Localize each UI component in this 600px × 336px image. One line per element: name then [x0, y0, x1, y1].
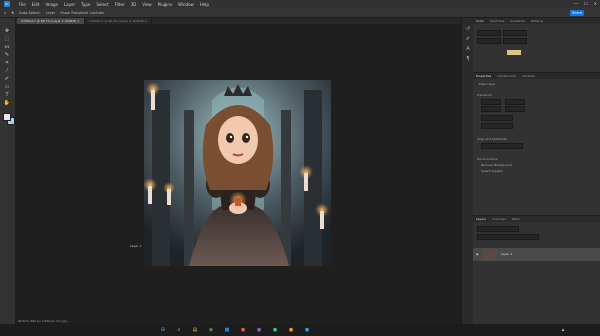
menu-file[interactable]: File [19, 2, 26, 7]
eraser-tool-icon[interactable]: ▭ [3, 84, 11, 91]
color-field-2[interactable] [503, 30, 527, 36]
tab-color[interactable]: Color [476, 19, 484, 23]
y-field[interactable] [505, 106, 525, 112]
show-transform-controls[interactable]: Show Transform Controls [60, 11, 104, 15]
search-icon[interactable]: ⌕ [176, 327, 182, 333]
flip-field[interactable] [481, 123, 513, 129]
app-icon-1[interactable]: ● [240, 327, 246, 333]
width-field[interactable] [481, 99, 501, 105]
properties-title: Pixel Layer [479, 82, 496, 86]
app-icon-2[interactable]: ● [256, 327, 262, 333]
auto-select-dropdown[interactable]: Layer [46, 11, 56, 15]
brush-settings-icon[interactable]: ✐ [465, 36, 471, 42]
share-button[interactable]: Share [570, 10, 584, 16]
color-field-4[interactable] [503, 38, 527, 44]
menu-help[interactable]: Help [200, 2, 209, 7]
options-bar: ⌂ ✥ Auto-Select: Layer Show Transform Co… [0, 8, 600, 18]
align-buttons[interactable] [481, 143, 523, 149]
move-tool-icon[interactable]: ✥ [3, 28, 11, 35]
marquee-tool-icon[interactable]: ⬚ [3, 36, 11, 43]
type-tool-icon[interactable]: T [3, 92, 11, 99]
file-explorer-icon[interactable]: ▤ [192, 327, 198, 333]
princess-artwork [144, 80, 331, 266]
menu-edit[interactable]: Edit [32, 2, 40, 7]
tab-layers[interactable]: Layers [476, 217, 486, 221]
photoshop-taskbar-icon[interactable]: ■ [224, 327, 230, 333]
color-field-3[interactable] [477, 38, 501, 44]
menu-image[interactable]: Image [45, 2, 58, 7]
menu-window[interactable]: Window [178, 2, 194, 7]
menu-type[interactable]: Type [81, 2, 90, 7]
layer-name[interactable]: Layer 1 [501, 252, 512, 256]
menu-3d[interactable]: 3D [131, 2, 137, 7]
tab-adjustments[interactable]: Adjustments [497, 74, 516, 78]
tab-channels[interactable]: Channels [492, 217, 506, 221]
paragraph-icon[interactable]: ¶ [465, 56, 471, 62]
layers-panel: Layers Channels Paths ◉ Layer 1 [473, 215, 600, 325]
menu-filter[interactable]: Filter [115, 2, 125, 7]
hand-tool-icon[interactable]: ✋ [3, 100, 11, 107]
maximize-icon[interactable]: ☐ [584, 1, 588, 6]
taskbar: ⊞ ⌕ ▤ ◉ ■ ● ● ● ● ● ▴ [0, 324, 600, 336]
section-transform[interactable]: Transform [477, 93, 492, 97]
color-field-1[interactable] [477, 30, 501, 36]
auto-select-label[interactable]: Auto-Select: [19, 11, 40, 15]
layers-panel-tabs: Layers Channels Paths [473, 216, 600, 222]
height-field[interactable] [505, 99, 525, 105]
menu-layer[interactable]: Layer [64, 2, 75, 7]
section-align[interactable]: Align and Distribute [477, 137, 507, 141]
right-panels: Color Swatches Gradients Patterns Proper… [473, 18, 600, 325]
move-tool-icon[interactable]: ✥ [11, 11, 14, 15]
tools-panel: ✥ ⬚ ᔕ ✎ ⌗ ⁄ ✐ ▭ T ✋ [0, 18, 16, 324]
crop-tool-icon[interactable]: ⌗ [3, 60, 11, 67]
brush-tool-icon[interactable]: ✐ [3, 76, 11, 83]
tab-libraries[interactable]: Libraries [522, 74, 535, 78]
blend-mode-select[interactable] [477, 234, 539, 240]
tab-properties[interactable]: Properties [476, 74, 491, 78]
section-quick-actions[interactable]: Quick Actions [477, 157, 497, 161]
browser-icon[interactable]: ◉ [208, 327, 214, 333]
layer-filter-field[interactable] [477, 226, 519, 232]
angle-field[interactable] [481, 115, 513, 121]
canvas-image[interactable] [144, 80, 331, 266]
x-field[interactable] [481, 106, 501, 112]
tab-paths[interactable]: Paths [512, 217, 520, 221]
eye-icon[interactable]: ◉ [476, 252, 479, 256]
lasso-tool-icon[interactable]: ᔕ [3, 44, 11, 51]
menu-select[interactable]: Select [96, 2, 108, 7]
color-panel [473, 24, 600, 73]
eyedropper-tool-icon[interactable]: ⁄ [3, 68, 11, 75]
color-preview-swatch[interactable] [507, 50, 521, 55]
tab-swatches[interactable]: Swatches [490, 19, 504, 23]
character-icon[interactable]: A [465, 46, 471, 52]
minimize-icon[interactable]: — [574, 1, 578, 6]
foreground-color-swatch[interactable] [3, 113, 11, 121]
layer-row[interactable]: ◉ Layer 1 [473, 248, 600, 261]
select-subject-button[interactable]: Select Subject [481, 169, 502, 173]
app-icon-5[interactable]: ● [304, 327, 310, 333]
menu-view[interactable]: View [142, 2, 152, 7]
app-icon-4[interactable]: ● [288, 327, 294, 333]
start-icon[interactable]: ⊞ [160, 327, 166, 333]
layer-thumbnail [483, 249, 497, 260]
tab-patterns[interactable]: Patterns [531, 19, 543, 23]
photoshop-logo-icon: Ps [4, 1, 10, 7]
canvas-cursor-label: Layer 1 [130, 244, 142, 248]
quick-select-tool-icon[interactable]: ✎ [3, 52, 11, 59]
remove-background-button[interactable]: Remove Background [481, 163, 512, 167]
history-icon[interactable]: ↺ [465, 26, 471, 32]
system-tray-icon[interactable]: ▴ [560, 327, 566, 333]
app-icon-3[interactable]: ● [272, 327, 278, 333]
menu-bar: Ps File Edit Image Layer Type Select Fil… [0, 0, 600, 8]
home-icon[interactable]: ⌂ [4, 11, 6, 15]
status-bar: 66.67% 600 px x 600 px (72 ppi) [18, 319, 68, 323]
tab-gradients[interactable]: Gradients [510, 19, 525, 23]
properties-panel: Pixel Layer Transform Align and Distribu… [473, 79, 600, 209]
menu-plugins[interactable]: Plugins [158, 2, 172, 7]
close-icon[interactable]: ✕ [594, 1, 597, 6]
